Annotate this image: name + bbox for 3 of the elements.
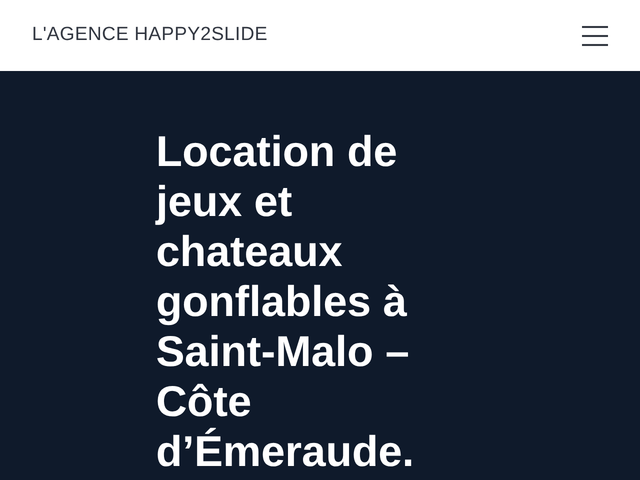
menu-icon[interactable] [582,26,608,46]
hero-title: Location de jeux et chateaux gonflables à Saint-Malo – Côte d’Émeraude. [156,127,416,477]
site-logo[interactable]: L'AGENCE HAPPY2SLIDE [32,21,268,50]
